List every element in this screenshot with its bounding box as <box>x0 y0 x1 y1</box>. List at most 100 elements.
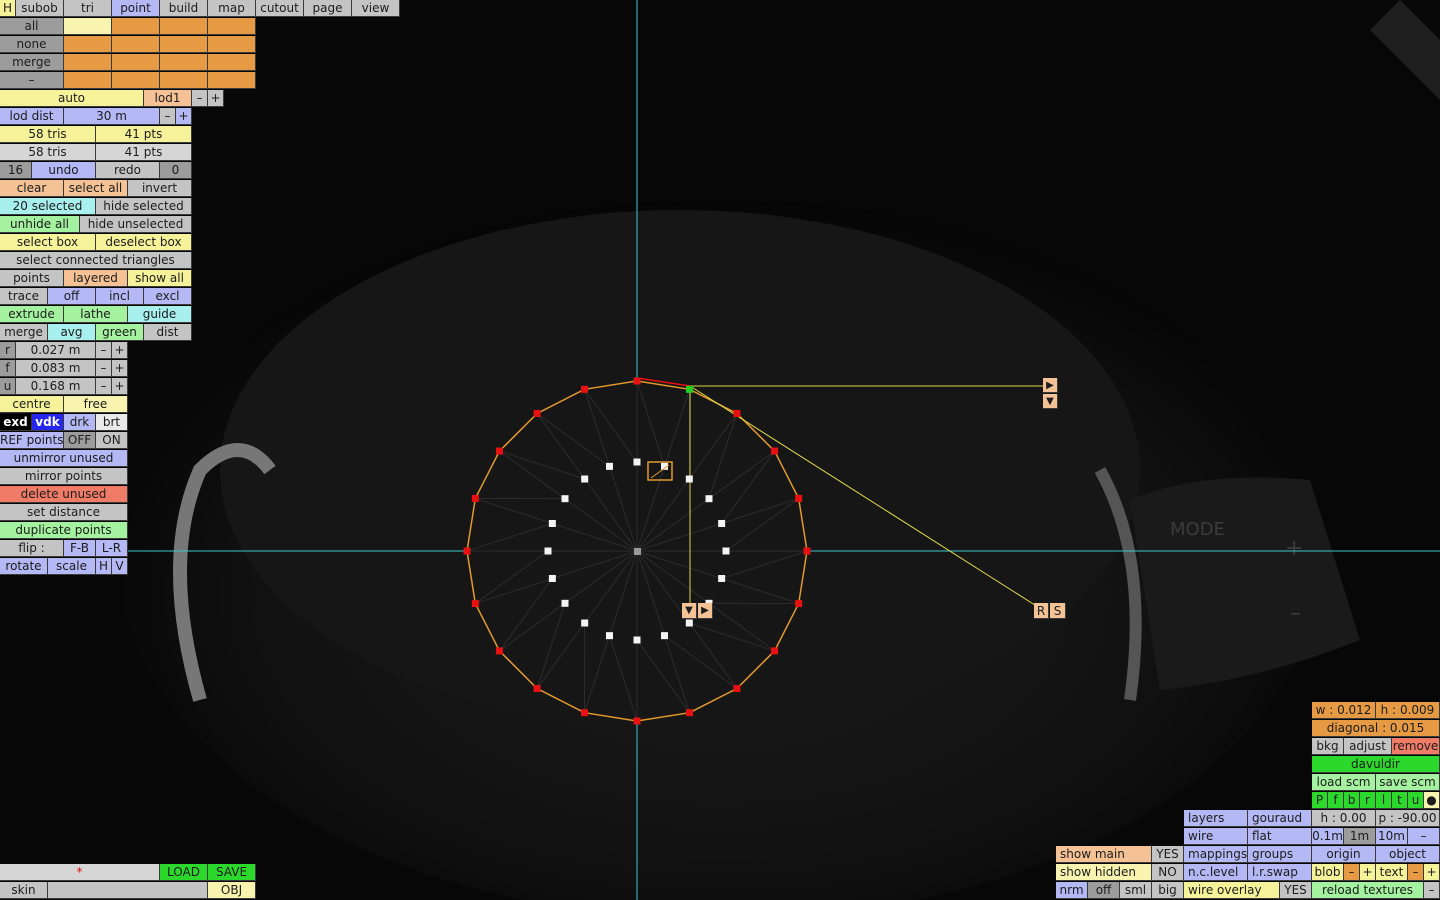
groups-button[interactable]: groups <box>1248 846 1312 863</box>
load-scm-button[interactable]: load scm <box>1312 774 1376 791</box>
inner-point[interactable] <box>605 462 613 470</box>
flip-v-button[interactable]: V <box>112 558 128 575</box>
unmirror-unused-button[interactable]: unmirror unused <box>0 450 128 467</box>
swatch[interactable] <box>160 18 208 35</box>
move-handle-right[interactable]: ▶ <box>698 603 713 619</box>
menu-subob[interactable]: subob <box>16 0 64 17</box>
guide-button[interactable]: guide <box>128 306 192 323</box>
select-merge[interactable]: merge <box>0 54 64 71</box>
select-all-button[interactable]: select all <box>64 180 128 197</box>
text-minus[interactable]: – <box>1408 864 1424 881</box>
load-button[interactable]: LOAD <box>160 864 208 881</box>
extrude-button[interactable]: extrude <box>0 306 64 323</box>
inner-point[interactable] <box>581 619 589 627</box>
points-toggle[interactable]: points <box>0 270 64 287</box>
remove-button[interactable]: remove <box>1392 738 1440 755</box>
outer-point[interactable] <box>771 647 779 655</box>
show-hidden-toggle[interactable]: NO <box>1152 864 1184 881</box>
grid-0-1m[interactable]: 0.1m <box>1312 828 1344 845</box>
green-button[interactable]: green <box>96 324 144 341</box>
lod-dist-minus[interactable]: – <box>160 108 176 125</box>
param-u-minus[interactable]: – <box>96 378 112 395</box>
outer-point[interactable] <box>795 600 803 608</box>
outer-point[interactable] <box>495 647 503 655</box>
avg-button[interactable]: avg <box>48 324 96 341</box>
wire-overlay-toggle[interactable]: YES <box>1280 882 1312 899</box>
inner-point[interactable] <box>548 575 556 583</box>
reload-minus[interactable]: – <box>1424 882 1440 899</box>
inner-point[interactable] <box>685 475 693 483</box>
lod-auto[interactable]: auto <box>0 90 144 107</box>
hide-unselected-button[interactable]: hide unselected <box>80 216 192 233</box>
model-viewport[interactable] <box>0 0 1440 900</box>
swatch[interactable] <box>208 54 256 71</box>
menu-point[interactable]: point <box>112 0 160 17</box>
param-f-minus[interactable]: – <box>96 360 112 377</box>
swatch[interactable] <box>112 54 160 71</box>
lod-minus[interactable]: – <box>192 90 208 107</box>
flag-f[interactable]: f <box>1328 792 1344 809</box>
grid-1m[interactable]: 1m <box>1344 828 1376 845</box>
text-plus[interactable]: + <box>1424 864 1440 881</box>
flag-u[interactable]: u <box>1408 792 1424 809</box>
normals-small[interactable]: sml <box>1120 882 1152 899</box>
menu-page[interactable]: page <box>304 0 352 17</box>
outer-point[interactable] <box>733 409 741 417</box>
invert-button[interactable]: invert <box>128 180 192 197</box>
inner-point[interactable] <box>718 519 726 527</box>
menu-h[interactable]: H <box>0 0 16 17</box>
swatch[interactable] <box>208 72 256 89</box>
set-distance-button[interactable]: set distance <box>0 504 128 521</box>
bkg-button[interactable]: bkg <box>1312 738 1344 755</box>
inner-point[interactable] <box>548 519 556 527</box>
flag-p[interactable]: P <box>1312 792 1328 809</box>
flip-h-button[interactable]: H <box>96 558 112 575</box>
swatch[interactable] <box>64 54 112 71</box>
inner-point[interactable] <box>722 547 730 555</box>
swatch[interactable] <box>64 72 112 89</box>
redo-button[interactable]: redo <box>96 162 160 179</box>
selected-point[interactable] <box>686 385 694 393</box>
shade-drk[interactable]: drk <box>64 414 96 431</box>
scale-handle[interactable]: S <box>1050 603 1066 619</box>
rotate-handle[interactable]: R <box>1034 603 1049 619</box>
flip-fb-button[interactable]: F-B <box>64 540 96 557</box>
outer-point[interactable] <box>633 377 641 385</box>
inner-point[interactable] <box>544 547 552 555</box>
lod-dist-value[interactable]: 30 m <box>64 108 160 125</box>
swatch[interactable] <box>160 72 208 89</box>
swatch[interactable] <box>208 18 256 35</box>
inner-point[interactable] <box>718 575 726 583</box>
wire-button[interactable]: wire <box>1184 828 1248 845</box>
normals-button[interactable]: nrm <box>1056 882 1088 899</box>
flag-r[interactable]: r <box>1360 792 1376 809</box>
blob-plus[interactable]: + <box>1360 864 1376 881</box>
inner-point[interactable] <box>705 495 713 503</box>
inner-point[interactable] <box>633 458 641 466</box>
outer-point[interactable] <box>686 709 694 717</box>
layered-toggle[interactable]: layered <box>64 270 128 287</box>
lr-swap-button[interactable]: l.r.swap <box>1248 864 1312 881</box>
select-none[interactable]: none <box>0 36 64 53</box>
inner-point[interactable] <box>561 495 569 503</box>
select-connected-button[interactable]: select connected triangles <box>0 252 192 269</box>
outer-point[interactable] <box>803 547 811 555</box>
swatch[interactable] <box>112 36 160 53</box>
obj-button[interactable]: OBJ <box>208 882 256 899</box>
outer-point[interactable] <box>533 685 541 693</box>
inner-point[interactable] <box>561 599 569 607</box>
flip-lr-button[interactable]: L-R <box>96 540 128 557</box>
text-button[interactable]: text <box>1376 864 1408 881</box>
select-minus[interactable]: – <box>0 72 64 89</box>
filename-field[interactable]: * <box>0 864 160 881</box>
duplicate-points-button[interactable]: duplicate points <box>0 522 128 539</box>
show-main-toggle[interactable]: YES <box>1152 846 1184 863</box>
grid-10m[interactable]: 10m <box>1376 828 1408 845</box>
deselect-box-button[interactable]: deselect box <box>96 234 192 251</box>
move-handle-up[interactable]: ▶ <box>1043 378 1058 393</box>
outer-point[interactable] <box>463 547 471 555</box>
save-scm-button[interactable]: save scm <box>1376 774 1440 791</box>
swatch[interactable] <box>112 72 160 89</box>
inner-point[interactable] <box>581 475 589 483</box>
blob-button[interactable]: blob <box>1312 864 1344 881</box>
